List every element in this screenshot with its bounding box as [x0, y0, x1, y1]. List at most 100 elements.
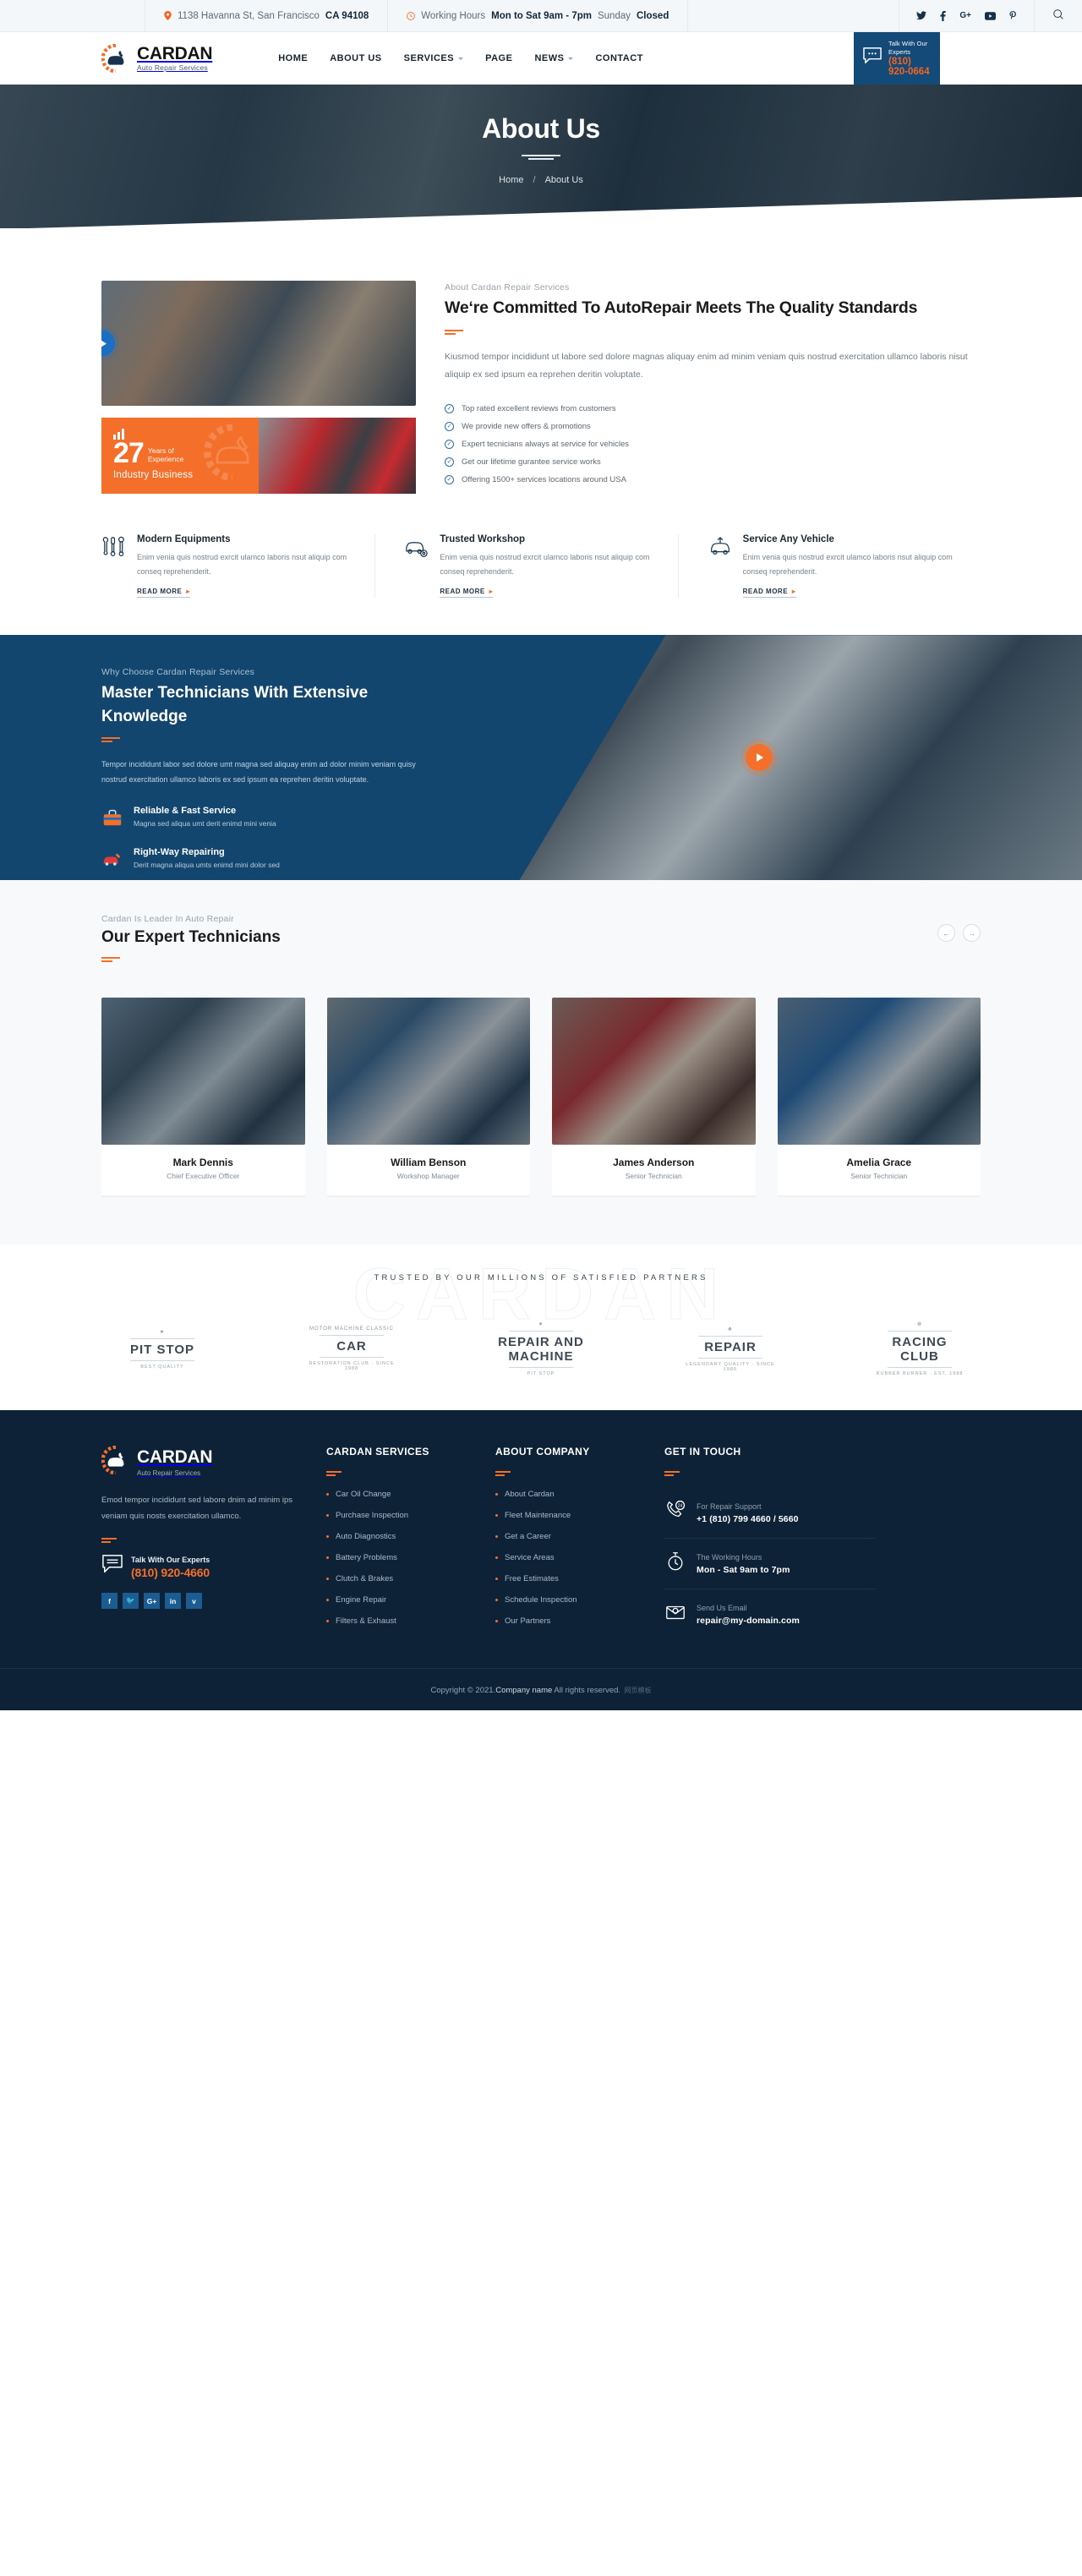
read-more-link[interactable]: READ MORE ▸: [742, 588, 796, 599]
site-logo[interactable]: CARDAN Auto Repair Services: [101, 43, 213, 74]
link-label: Auto Diagnostics: [336, 1532, 396, 1542]
bullet-icon: [495, 1578, 498, 1581]
header-cta-call[interactable]: Talk With Our Experts (810) 920-0664: [854, 32, 940, 85]
member-role: Senior Technician: [850, 1172, 908, 1181]
youtube-icon[interactable]: [985, 11, 996, 20]
list-item[interactable]: Free Estimates: [495, 1574, 639, 1583]
member-name: Mark Dennis: [172, 1157, 233, 1169]
contact-label: The Working Hours: [697, 1552, 762, 1561]
bullet-icon: [495, 1556, 498, 1560]
chevron-down-icon: [568, 57, 574, 60]
facebook-icon[interactable]: [940, 10, 947, 21]
list-item[interactable]: Clutch & Brakes: [326, 1574, 470, 1583]
list-item[interactable]: Get a Career: [495, 1532, 639, 1541]
check-text: Get our lifetime gurantee service works: [462, 457, 601, 467]
list-item[interactable]: Filters & Exhaust: [326, 1616, 470, 1626]
google-plus-icon[interactable]: G+: [959, 11, 971, 20]
list-item[interactable]: Engine Repair: [326, 1595, 470, 1605]
facebook-icon[interactable]: f: [101, 1593, 117, 1610]
nav-item-services[interactable]: SERVICES: [403, 53, 464, 63]
footer-company-column: ABOUT COMPANY About Cardan Fleet Mainten…: [495, 1446, 639, 1639]
vimeo-icon[interactable]: v: [186, 1593, 202, 1610]
search-icon[interactable]: [1053, 9, 1063, 22]
list-item[interactable]: Fleet Maintenance: [495, 1511, 639, 1520]
footer-logo-name: CARDAN: [137, 1447, 213, 1468]
member-name: James Anderson: [613, 1157, 695, 1169]
nav-item-home[interactable]: HOME: [278, 53, 308, 63]
nav-item-page[interactable]: PAGE: [485, 53, 512, 63]
team-member-card[interactable]: Amelia Grace Senior Technician: [777, 998, 981, 1198]
linkedin-icon[interactable]: in: [165, 1593, 181, 1610]
footer-phone-block[interactable]: Talk With Our Experts (810) 920-4660: [101, 1555, 301, 1579]
arrow-right-icon: ▸: [792, 588, 796, 596]
breadcrumb: Home / About Us: [0, 175, 1082, 185]
footer-company-title: ABOUT COMPANY: [495, 1446, 590, 1458]
bullet-icon: [326, 1556, 329, 1560]
arrow-right-icon: ▸: [489, 588, 494, 596]
nav-item-about-us[interactable]: ABOUT US: [330, 53, 381, 63]
footer-talk-label: Talk With Our Experts: [131, 1555, 210, 1564]
read-more-link[interactable]: READ MORE ▸: [440, 588, 494, 599]
chevron-down-icon: [458, 57, 464, 60]
page-title: About Us: [482, 113, 600, 144]
cardan-gear-car-icon: [101, 1445, 130, 1479]
copyright-text: Copyright © 2021.: [430, 1686, 496, 1696]
check-circle-icon: ✓: [445, 474, 454, 484]
contact-value: +1 (810) 799 4660 / 5660: [697, 1513, 799, 1524]
top-bar: 1138 Havanna St, San Francisco CA 94108 …: [0, 0, 1082, 32]
partner-logo-main: REPAIR AND MACHINE: [498, 1335, 584, 1365]
list-item[interactable]: Schedule Inspection: [495, 1595, 639, 1605]
play-button-icon[interactable]: [745, 744, 773, 772]
feature-card-service-any-vehicle: Service Any Vehicle Enim venia quis nost…: [708, 534, 981, 599]
twitter-icon[interactable]: 🐦: [123, 1593, 139, 1610]
topbar-social-links: G+: [899, 0, 1035, 31]
link-label: Fleet Maintenance: [505, 1511, 571, 1521]
partner-logo-sub: RESTORATION CLUB · SINCE 1988: [309, 1361, 395, 1372]
list-item[interactable]: Service Areas: [495, 1553, 639, 1562]
experience-label: Experience: [147, 455, 184, 464]
twitter-icon[interactable]: [916, 11, 927, 20]
breadcrumb-home[interactable]: Home: [499, 175, 523, 185]
tools-icon: [101, 534, 127, 598]
why-heading: Master Technicians With Extensive Knowle…: [101, 684, 369, 725]
car-gear-icon: [404, 534, 429, 598]
read-more-link[interactable]: READ MORE ▸: [137, 588, 190, 599]
list-item[interactable]: About Cardan: [495, 1490, 639, 1499]
arrow-left-icon[interactable]: ←: [937, 924, 955, 943]
social-glyph: v: [192, 1596, 196, 1605]
footer-logo[interactable]: CARDAN Auto Repair Services: [101, 1445, 301, 1479]
link-label: Filters & Exhaust: [336, 1616, 396, 1627]
hours-value: Mon to Sat 9am - 7pm: [491, 10, 592, 21]
member-role: Chief Executive Officer: [167, 1172, 240, 1181]
list-item[interactable]: Battery Problems: [326, 1553, 470, 1562]
list-item: ✓ Offering 1500+ services locations aroun…: [445, 474, 981, 484]
team-member-card[interactable]: William Benson Workshop Manager: [326, 998, 530, 1198]
cardan-gear-car-icon: [201, 424, 259, 484]
play-button-icon[interactable]: [101, 330, 115, 357]
clock-icon: [407, 11, 416, 20]
heading-divider: [101, 957, 281, 963]
bullet-icon: [326, 1514, 329, 1518]
list-item[interactable]: Auto Diagnostics: [326, 1532, 470, 1541]
list-item[interactable]: Purchase Inspection: [326, 1511, 470, 1520]
member-name: Amelia Grace: [846, 1157, 912, 1169]
team-member-card[interactable]: James Anderson Senior Technician: [552, 998, 756, 1198]
arrow-right-icon[interactable]: →: [963, 924, 981, 943]
list-item: ✓ Get our lifetime gurantee service works: [445, 457, 981, 467]
google-plus-icon[interactable]: G+: [144, 1593, 160, 1610]
list-item[interactable]: Car Oil Change: [326, 1490, 470, 1499]
team-members-grid: Mark Dennis Chief Executive Officer Will…: [101, 998, 981, 1198]
nav-item-news[interactable]: NEWS: [534, 53, 574, 63]
link-label: Schedule Inspection: [505, 1595, 577, 1605]
footer-company-list: About Cardan Fleet Maintenance Get a Car…: [495, 1490, 639, 1626]
pinterest-icon[interactable]: [1009, 10, 1017, 21]
team-member-card[interactable]: Mark Dennis Chief Executive Officer: [101, 998, 305, 1198]
nav-item-contact[interactable]: CONTACT: [595, 53, 642, 63]
footer-touch-title: GET IN TOUCH: [664, 1446, 741, 1458]
nav-label: NEWS: [534, 53, 565, 63]
link-label: Clutch & Brakes: [336, 1574, 394, 1584]
list-item[interactable]: Our Partners: [495, 1616, 639, 1626]
nav-label: SERVICES: [403, 53, 455, 63]
read-more-label: READ MORE: [742, 588, 789, 596]
topbar-search[interactable]: [1035, 0, 1082, 31]
